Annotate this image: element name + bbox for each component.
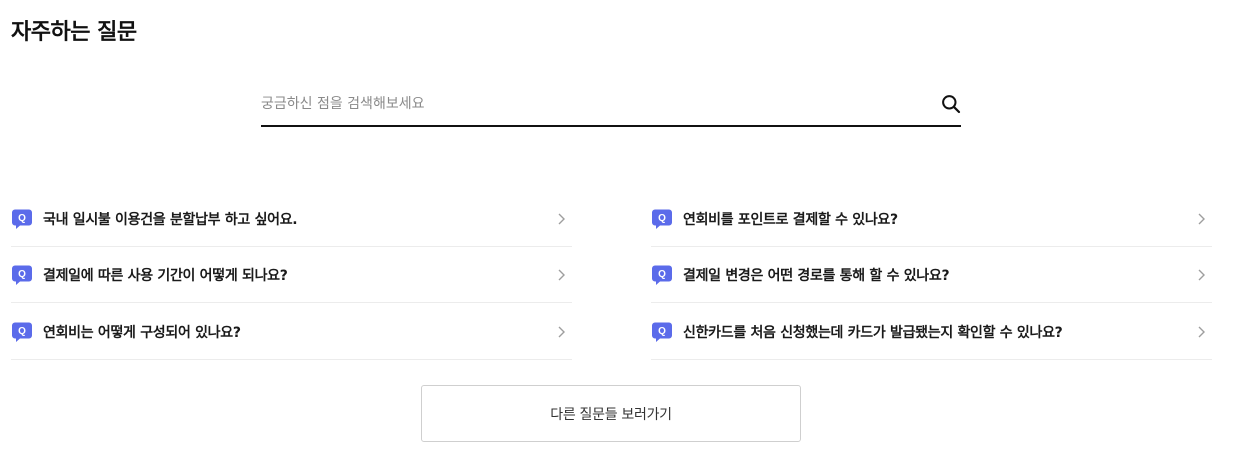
chevron-right-icon [558, 326, 565, 338]
svg-text:Q: Q [18, 326, 26, 337]
faq-item[interactable]: Q 연회비는 어떻게 구성되어 있나요? [11, 303, 572, 360]
faq-item[interactable]: Q 국내 일시불 이용건을 분할납부 하고 싶어요. [11, 190, 572, 247]
search-input[interactable] [261, 84, 929, 123]
search-bar [261, 82, 961, 127]
faq-list-right: Q 연회비를 포인트로 결제할 수 있나요? Q 결제일 변경은 어떤 경로를 … [651, 190, 1212, 360]
q-badge-icon: Q [12, 322, 32, 342]
search-icon [942, 94, 961, 113]
q-badge-icon: Q [12, 209, 32, 229]
svg-text:Q: Q [658, 326, 666, 337]
faq-question: 결제일에 따른 사용 기간이 어떻게 되나요? [43, 268, 288, 285]
faq-list-left: Q 국내 일시불 이용건을 분할납부 하고 싶어요. Q 결제일에 따른 사용 … [11, 190, 572, 360]
faq-item[interactable]: Q 신한카드를 처음 신청했는데 카드가 발급됐는지 확인할 수 있나요? [651, 303, 1212, 360]
faq-item[interactable]: Q 연회비를 포인트로 결제할 수 있나요? [651, 190, 1212, 247]
q-badge-icon: Q [652, 322, 672, 342]
search-button[interactable] [929, 85, 961, 123]
faq-question: 신한카드를 처음 신청했는데 카드가 발급됐는지 확인할 수 있나요? [683, 324, 1063, 341]
q-badge-icon: Q [652, 209, 672, 229]
svg-text:Q: Q [18, 269, 26, 280]
svg-text:Q: Q [18, 213, 26, 224]
q-badge-icon: Q [12, 265, 32, 286]
chevron-right-icon [1198, 326, 1205, 338]
more-questions-button[interactable]: 다른 질문들 보러가기 [421, 385, 801, 442]
faq-item[interactable]: Q 결제일 변경은 어떤 경로를 통해 할 수 있나요? [651, 247, 1212, 303]
chevron-right-icon [1198, 269, 1205, 281]
faq-section: 자주하는 질문 Q 국내 일시불 이용건을 분할납부 하고 싶어요. Q [0, 0, 1236, 457]
chevron-right-icon [558, 269, 565, 281]
faq-question: 국내 일시불 이용건을 분할납부 하고 싶어요. [43, 211, 298, 228]
faq-question: 연회비를 포인트로 결제할 수 있나요? [683, 211, 898, 228]
svg-text:Q: Q [658, 213, 666, 224]
q-badge-icon: Q [652, 265, 672, 286]
faq-question: 연회비는 어떻게 구성되어 있나요? [43, 324, 241, 341]
chevron-right-icon [558, 213, 565, 225]
faq-question: 결제일 변경은 어떤 경로를 통해 할 수 있나요? [683, 268, 950, 285]
faq-item[interactable]: Q 결제일에 따른 사용 기간이 어떻게 되나요? [11, 247, 572, 303]
svg-text:Q: Q [658, 269, 666, 280]
chevron-right-icon [1198, 213, 1205, 225]
page-title: 자주하는 질문 [11, 20, 137, 45]
